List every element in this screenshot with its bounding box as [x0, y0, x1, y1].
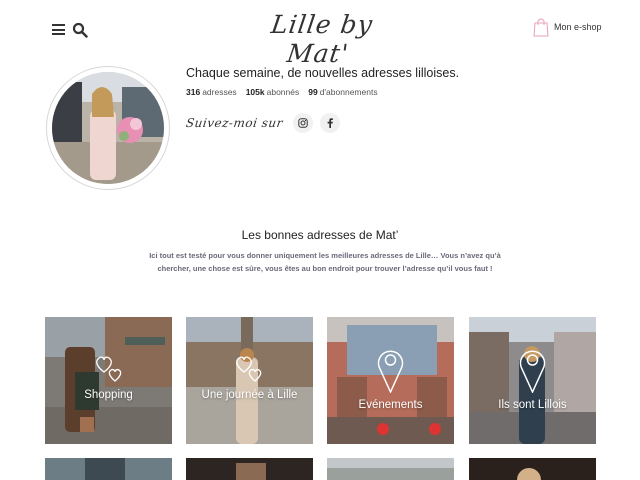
facebook-button[interactable] [319, 113, 340, 133]
eshop-link[interactable]: Mon e-shop [533, 17, 602, 37]
tile-label: Evénements [358, 399, 423, 411]
tile-label: Une journée à Lille [201, 389, 298, 401]
stat-followers: 105k abonnés [245, 87, 300, 97]
tile-ils-sont-lillois[interactable]: Ils sont Lillois [469, 317, 596, 444]
tile-row2-3[interactable] [327, 458, 454, 480]
eshop-label: Mon e-shop [554, 22, 602, 32]
tile-label: Shopping [84, 389, 133, 401]
profile-tagline: Chaque semaine, de nouvelles adresses li… [186, 66, 460, 80]
shopping-bag-icon [533, 18, 549, 37]
tile-une-journee[interactable]: Une journée à Lille [186, 317, 313, 444]
tile-shopping[interactable]: Shopping [45, 317, 172, 444]
tile-row2-photo [327, 458, 454, 480]
site-logo[interactable]: Lille by Mat' [250, 6, 390, 68]
header: Lille by Mat' Mon e-shop [0, 0, 640, 68]
hearts-icon [96, 356, 122, 382]
instagram-button[interactable] [292, 113, 313, 133]
follow-row: Suivez-moi sur [185, 113, 347, 133]
stat-addresses: 316 adresses [186, 87, 237, 97]
instagram-icon [298, 118, 308, 128]
tile-label: Ils sont Lillois [498, 399, 567, 411]
tile-row2-photo [469, 458, 596, 480]
stat-following: 99 d'abonnements [308, 87, 378, 97]
map-pin-icon [377, 350, 404, 393]
tile-row2-1[interactable] [45, 458, 172, 480]
search-icon[interactable] [72, 22, 88, 38]
tile-row2-photo [186, 458, 313, 480]
tile-evenements[interactable]: Evénements [327, 317, 454, 444]
logo-text: Lille by Mat' [269, 10, 375, 68]
map-pin-icon [519, 350, 546, 393]
profile-stats: 316 adresses 105k abonnés 99 d'abonnements [186, 87, 378, 97]
tile-row2-2[interactable] [186, 458, 313, 480]
follow-label: Suivez-moi sur [185, 116, 284, 130]
tile-row2-photo [45, 458, 172, 480]
tile-row2-4[interactable] [469, 458, 596, 480]
profile-avatar [46, 66, 170, 190]
hearts-icon [236, 356, 262, 382]
section-title: Les bonnes adresses de Mat’ [241, 228, 399, 242]
menu-icon[interactable] [52, 24, 65, 35]
section-description: Ici tout est testé pour vous donner uniq… [149, 251, 501, 273]
facebook-icon [327, 118, 333, 128]
